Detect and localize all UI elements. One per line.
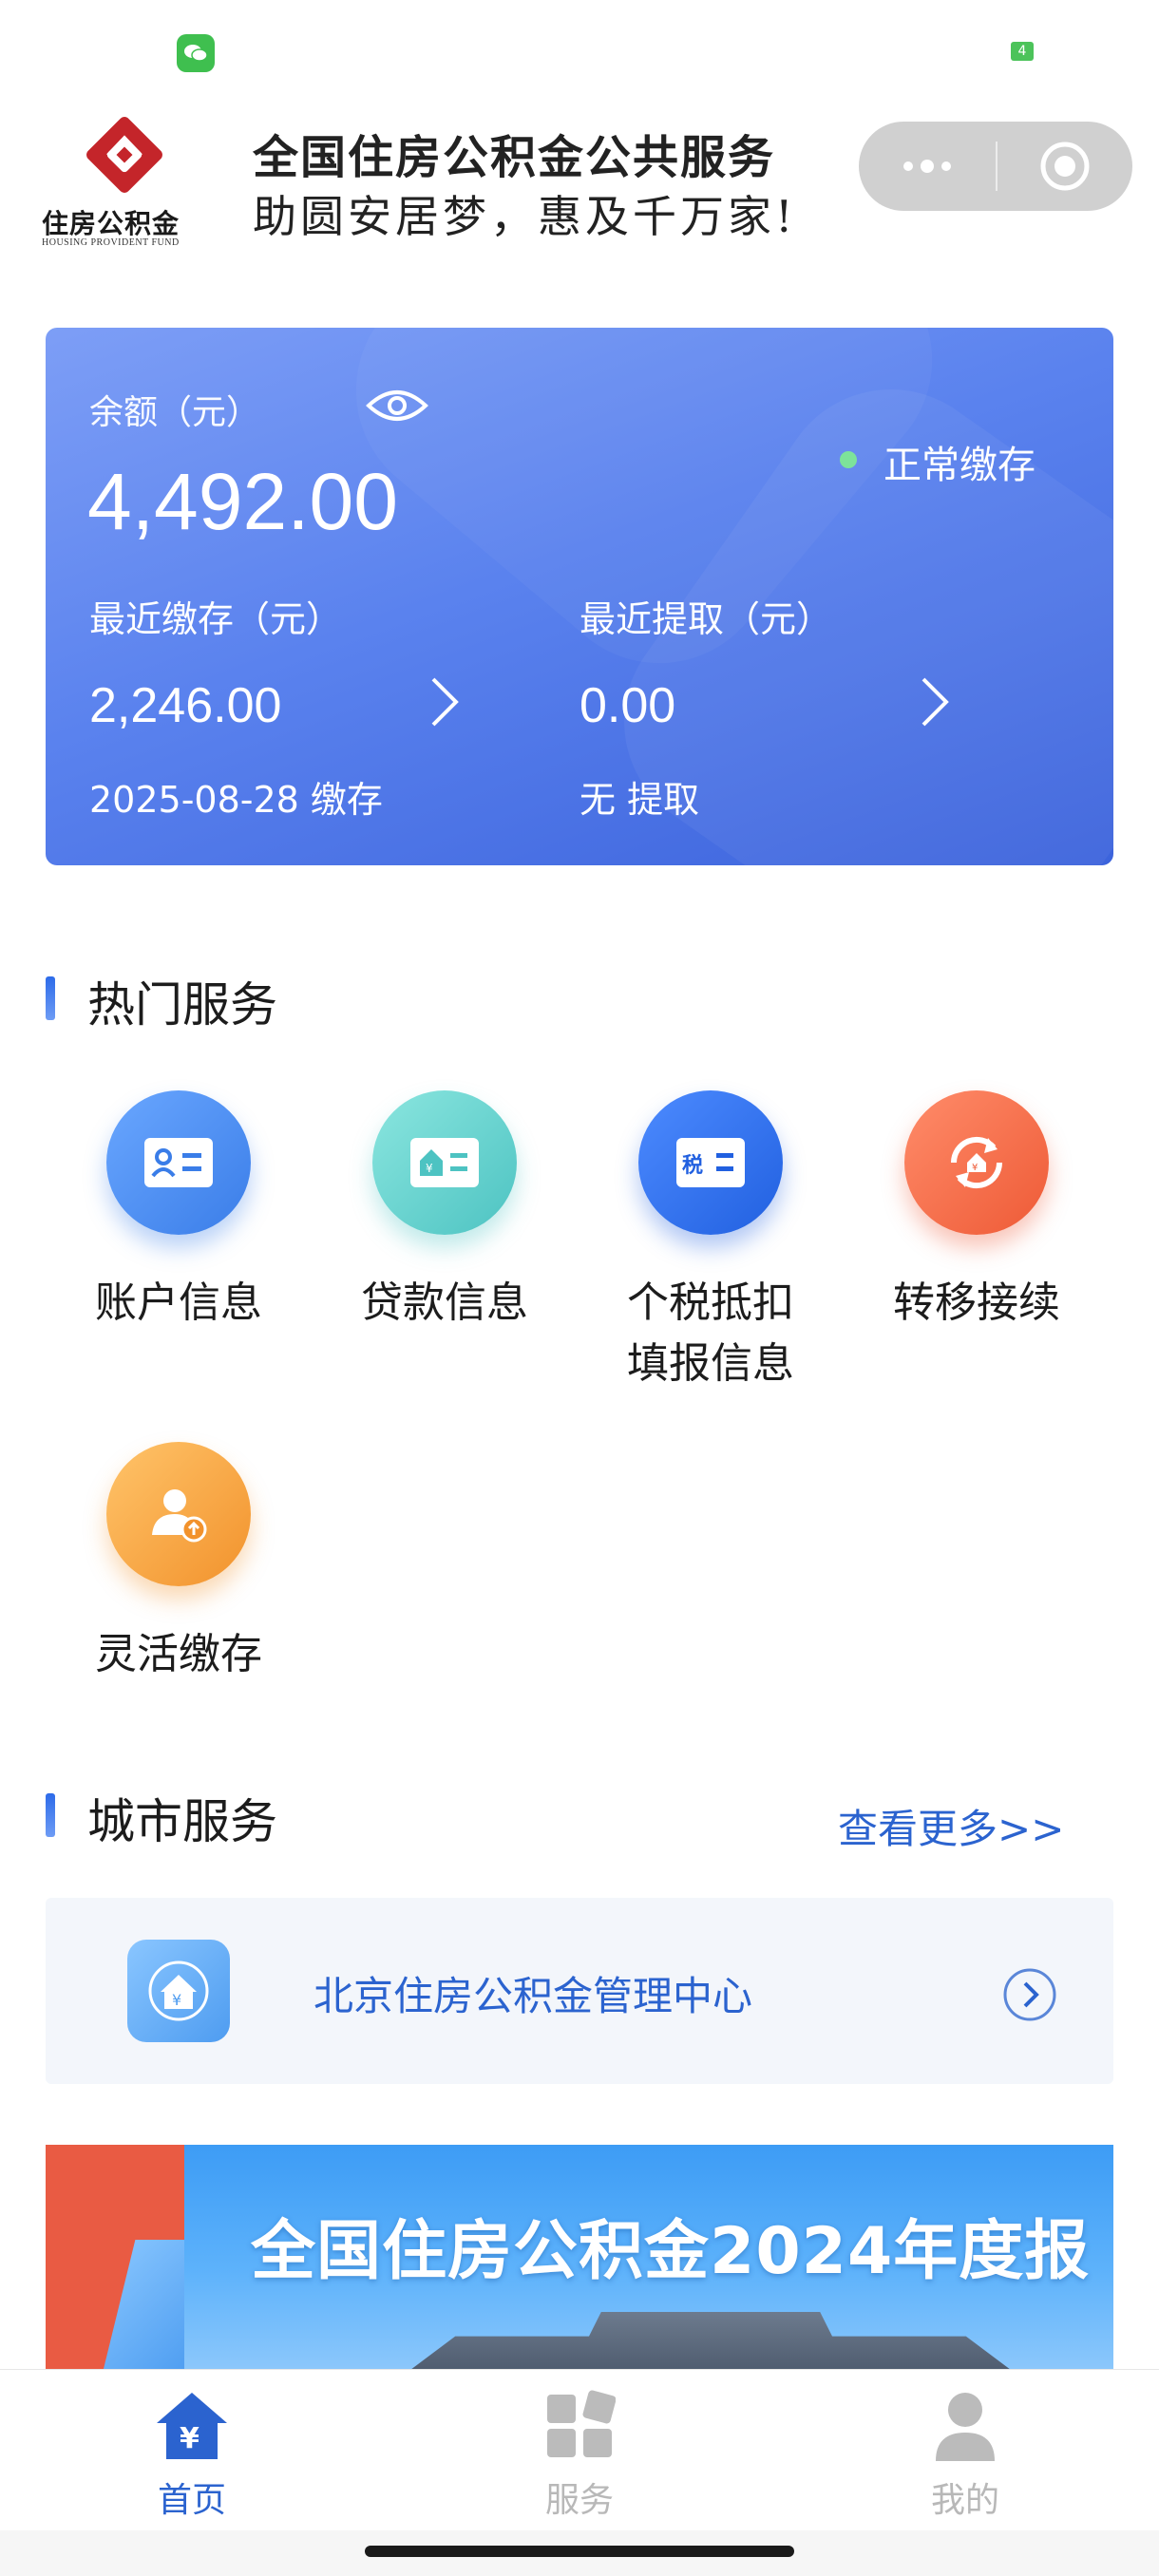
- balance-card: 余额（元） 4,492.00 正常缴存 最近缴存（元） 最近提取（元） 2,24…: [46, 328, 1113, 865]
- city-services-title: 城市服务: [87, 1794, 277, 1849]
- bottom-tabbar: ¥ 首页 服务 我的: [0, 2369, 1159, 2530]
- user-icon: [861, 2385, 1070, 2465]
- service-label: 个税抵扣 填报信息: [597, 1273, 825, 1394]
- account-status: 正常缴存: [884, 444, 1036, 487]
- recent-deposit-date: 2025-08-28 缴存: [89, 779, 383, 821]
- status-bar: 4: [0, 0, 1159, 95]
- loan-card-icon: ¥: [372, 1090, 517, 1235]
- page-title: 全国住房公积金公共服务: [253, 131, 776, 184]
- section-marker: [46, 1793, 55, 1837]
- transfer-cycle-icon: ¥: [904, 1090, 1049, 1235]
- account-card-icon: [106, 1090, 251, 1235]
- more-dots-icon: [903, 160, 951, 173]
- svg-text:¥: ¥: [172, 1991, 181, 2009]
- service-label: 贷款信息: [361, 1279, 528, 1327]
- svg-text:¥: ¥: [180, 2422, 200, 2455]
- service-tax-deduction[interactable]: 税 个税抵扣 填报信息: [597, 1090, 825, 1394]
- svg-text:¥: ¥: [426, 1162, 433, 1175]
- recent-withdraw-value[interactable]: 0.00: [580, 677, 675, 734]
- chevron-right-icon[interactable]: [916, 673, 954, 734]
- service-label: 转移接续: [893, 1279, 1060, 1327]
- building-illustration: [407, 2312, 1015, 2373]
- battery-level: 4: [1017, 44, 1027, 59]
- tab-label: 我的: [930, 2481, 999, 2520]
- hot-services-title: 热门服务: [87, 977, 277, 1032]
- home-indicator[interactable]: [365, 2546, 794, 2557]
- chevron-right-circle-icon[interactable]: [1001, 1966, 1058, 2027]
- tab-label: 首页: [157, 2481, 226, 2520]
- service-label-line: 填报信息: [627, 1339, 794, 1388]
- status-dot: [840, 451, 857, 468]
- recent-deposit-label: 最近缴存（元）: [89, 598, 343, 640]
- city-service-name: 北京住房公积金管理中心: [314, 1973, 753, 2019]
- flexible-deposit-icon: [106, 1442, 251, 1586]
- recent-withdraw-label: 最近提取（元）: [580, 598, 833, 640]
- tab-services[interactable]: 服务: [475, 2385, 684, 2522]
- eye-icon[interactable]: [365, 385, 429, 430]
- header: 住房公积金 HOUSING PROVIDENT FUND 全国住房公积金公共服务…: [0, 104, 1159, 256]
- city-service-item[interactable]: ¥ 北京住房公积金管理中心: [46, 1898, 1113, 2084]
- logo-subtext: HOUSING PROVIDENT FUND: [42, 237, 180, 248]
- battery-icon: 4: [1011, 42, 1034, 61]
- tab-home[interactable]: ¥ 首页: [87, 2385, 296, 2522]
- logo: 住房公积金 HOUSING PROVIDENT FUND: [42, 110, 213, 253]
- balance-label: 余额（元）: [89, 393, 261, 432]
- tab-mine[interactable]: 我的: [861, 2385, 1070, 2522]
- service-loan-info[interactable]: ¥ 贷款信息: [331, 1090, 559, 1334]
- more-options-button[interactable]: [859, 122, 996, 211]
- service-label-line: 个税抵扣: [627, 1279, 794, 1327]
- svg-text:¥: ¥: [972, 1163, 978, 1173]
- service-label: 账户信息: [95, 1279, 262, 1327]
- wechat-icon: [177, 34, 215, 72]
- house-yuan-icon: ¥: [127, 1940, 230, 2042]
- tax-card-icon: 税: [638, 1090, 783, 1235]
- view-more-link[interactable]: 查看更多>>: [838, 1797, 1064, 1855]
- section-marker: [46, 976, 55, 1020]
- service-transfer[interactable]: ¥ 转移接续: [863, 1090, 1091, 1334]
- service-flexible-deposit[interactable]: 灵活缴存: [65, 1442, 293, 1685]
- recent-deposit-value[interactable]: 2,246.00: [89, 677, 281, 734]
- services-grid-icon: [475, 2385, 684, 2465]
- home-yuan-icon: ¥: [87, 2385, 296, 2465]
- service-account-info[interactable]: 账户信息: [65, 1090, 293, 1334]
- chevron-right-icon[interactable]: [426, 673, 464, 734]
- banner-title: 全国住房公积金2024年度报: [251, 2214, 1091, 2289]
- tab-label: 服务: [544, 2481, 614, 2520]
- balance-value: 4,492.00: [87, 457, 398, 546]
- recent-withdraw-note: 无 提取: [580, 779, 700, 821]
- svg-text:税: 税: [682, 1153, 703, 1178]
- miniprogram-capsule: [859, 122, 1132, 211]
- logo-text: 住房公积金: [42, 208, 180, 239]
- annual-report-banner[interactable]: 全国住房公积金2024年度报: [46, 2145, 1113, 2373]
- service-label: 灵活缴存: [95, 1630, 262, 1678]
- page-slogan: 助圆安居梦，惠及千万家!: [253, 191, 797, 242]
- target-close-icon: [1040, 142, 1090, 191]
- close-miniprogram-button[interactable]: [998, 122, 1132, 211]
- provident-fund-logo-icon: [86, 117, 162, 193]
